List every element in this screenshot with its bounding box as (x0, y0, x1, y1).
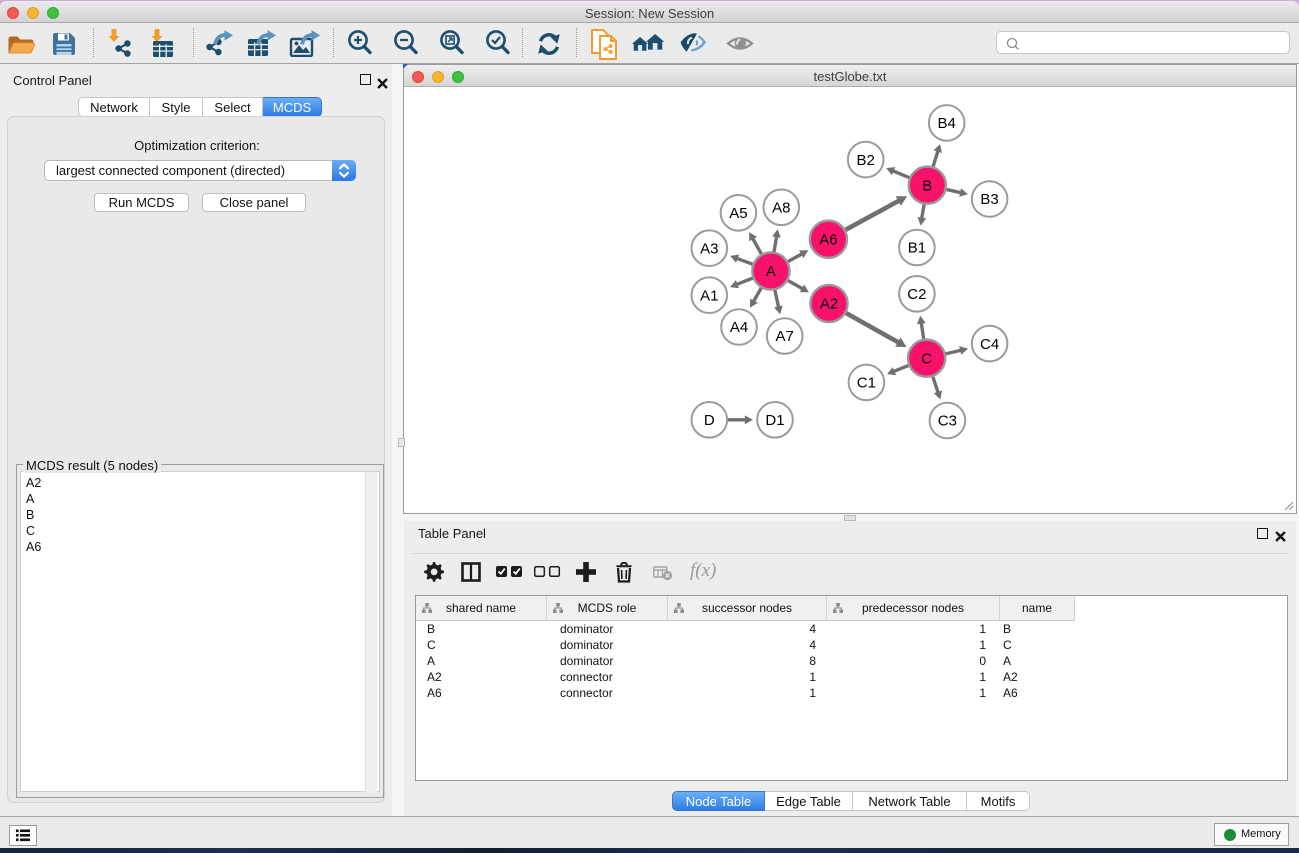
svg-text:B: B (922, 177, 932, 194)
svg-text:D1: D1 (765, 412, 784, 429)
svg-text:A4: A4 (730, 319, 748, 336)
svg-text:A6: A6 (819, 231, 837, 248)
svg-text:A2: A2 (820, 296, 838, 313)
svg-text:B4: B4 (938, 115, 956, 132)
svg-text:A5: A5 (729, 205, 747, 222)
svg-text:B2: B2 (857, 152, 875, 169)
svg-text:C: C (921, 350, 932, 367)
svg-text:A3: A3 (700, 240, 718, 257)
svg-text:C1: C1 (857, 375, 876, 392)
svg-text:C2: C2 (907, 286, 926, 303)
svg-text:A1: A1 (700, 287, 718, 304)
svg-text:A: A (766, 263, 776, 280)
svg-text:C3: C3 (938, 413, 957, 430)
svg-text:C4: C4 (980, 336, 999, 353)
svg-text:D: D (704, 412, 715, 429)
svg-text:B1: B1 (908, 240, 926, 257)
svg-text:A7: A7 (776, 328, 794, 345)
svg-text:B3: B3 (980, 191, 998, 208)
svg-text:A8: A8 (772, 200, 790, 217)
